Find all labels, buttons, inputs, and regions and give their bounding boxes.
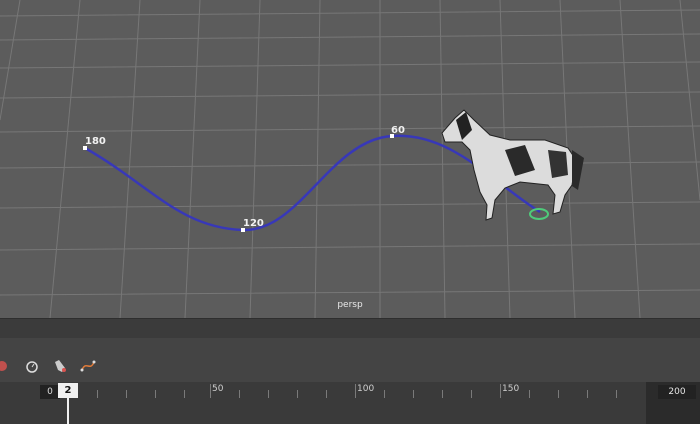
animation-toolbar (0, 338, 700, 382)
path-label-180: 180 (85, 136, 106, 147)
playhead-line[interactable] (67, 398, 69, 424)
time-slider[interactable]: 50 100 150 0 2 200 (0, 382, 700, 424)
viewport-divider (0, 318, 700, 339)
end-frame-label: 200 (658, 385, 696, 399)
timeline-track[interactable]: 50 100 150 0 2 (0, 382, 646, 424)
camera-label: persp (337, 300, 363, 310)
path-label-60: 60 (391, 125, 405, 136)
stopwatch-icon[interactable] (24, 358, 40, 374)
horse-select-icon[interactable] (52, 358, 68, 374)
start-frame-label: 0 (40, 385, 60, 399)
ruler-label-150: 150 (502, 384, 520, 394)
perspective-viewport[interactable]: 180 120 60 persp (0, 0, 700, 318)
motion-path-icon[interactable] (80, 358, 96, 374)
ruler-label-100: 100 (357, 384, 375, 394)
scene-canvas[interactable] (0, 0, 700, 318)
key-icon[interactable] (0, 358, 10, 374)
current-frame-indicator[interactable]: 2 (58, 383, 78, 398)
ruler-label-50: 50 (212, 384, 224, 394)
path-label-120: 120 (243, 218, 264, 229)
